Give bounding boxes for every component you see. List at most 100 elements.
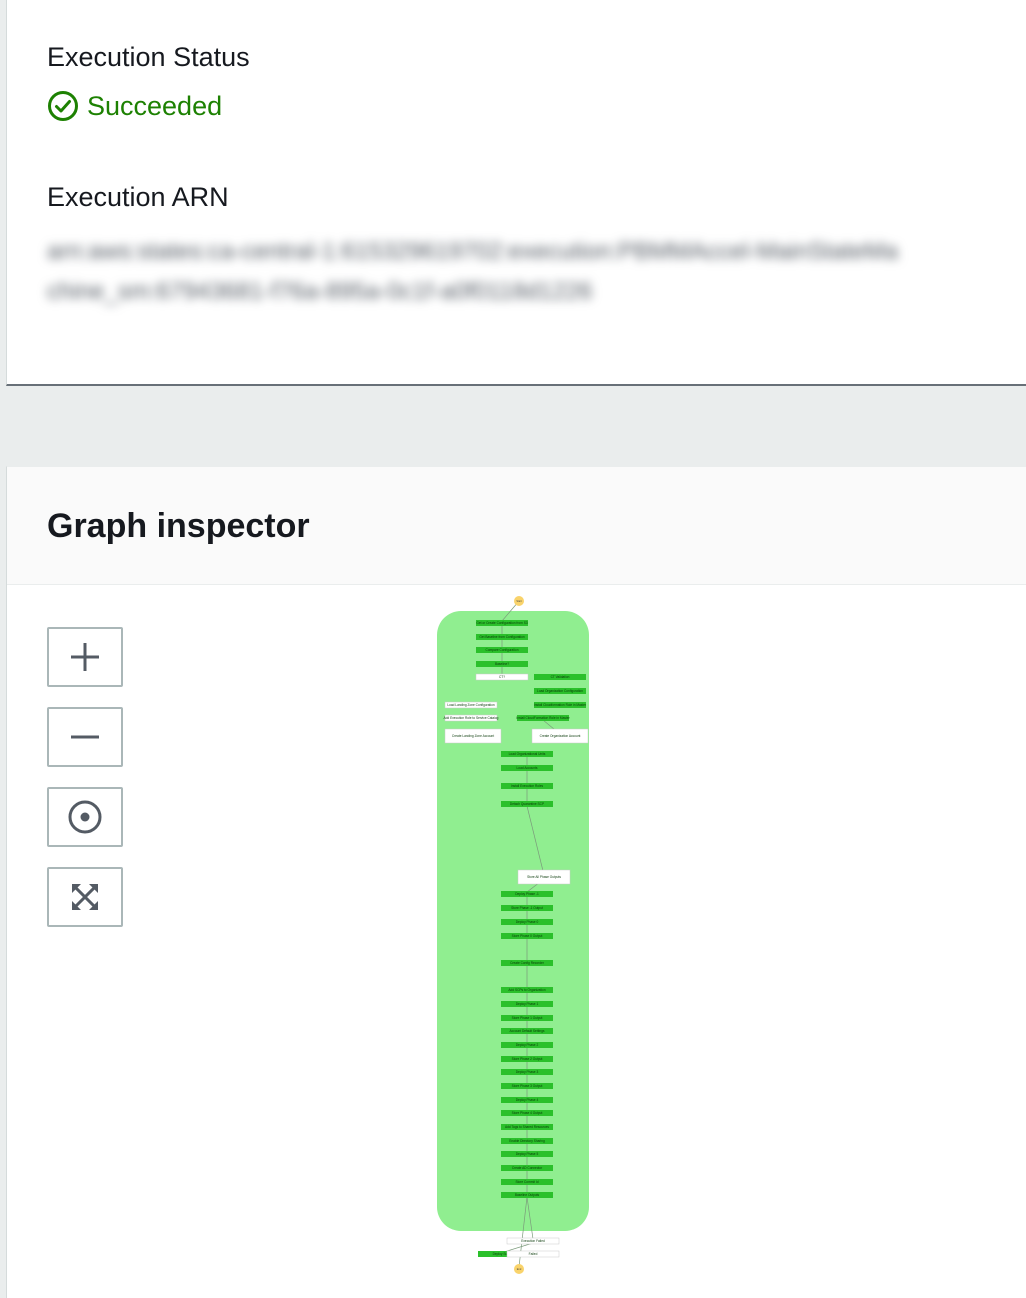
fit-graph-button[interactable] (47, 867, 123, 927)
graph-start-node: Start (514, 596, 524, 606)
graph-state-node[interactable]: Load Organizational Units (501, 751, 553, 757)
graph-state-node[interactable]: Deploy Phase 1 (501, 1001, 553, 1007)
graph-state-node[interactable]: Deploy Phase 4 (501, 1097, 553, 1103)
svg-text:Create Organization Account: Create Organization Account (540, 734, 581, 738)
status-badge: Succeeded (47, 90, 222, 122)
svg-text:Execution Failed: Execution Failed (521, 1239, 545, 1243)
graph-state-node[interactable]: Deploy Phase 5 (501, 1151, 553, 1157)
svg-text:Store Phase 2 Output: Store Phase 2 Output (512, 1057, 543, 1061)
graph-state-node[interactable]: Store All Phase Outputs (517, 869, 571, 885)
graph-state-node[interactable]: Deploy Phase 2 (501, 1042, 553, 1048)
svg-text:Store Phase 0 Output: Store Phase 0 Output (512, 934, 543, 938)
svg-text:CT?: CT? (499, 675, 505, 679)
graph-state-node[interactable]: Deploy Phase 0 (501, 919, 553, 925)
svg-text:Get Baseline from Configuratio: Get Baseline from Configuration (479, 635, 525, 639)
svg-text:Deploy Phase 3: Deploy Phase 3 (516, 1070, 539, 1074)
graph-state-node[interactable]: Create AD Connector (501, 1165, 553, 1171)
graph-state-node[interactable]: Load Organization Configuration (534, 688, 586, 694)
svg-text:Enable Directory Sharing: Enable Directory Sharing (509, 1139, 545, 1143)
graph-state-node[interactable]: CT Validation (534, 674, 586, 680)
svg-text:Detach Quarantine SCP: Detach Quarantine SCP (510, 802, 544, 806)
graph-state-node[interactable]: Create Landing Zone Account (444, 728, 502, 744)
graph-state-node[interactable]: CT? (475, 673, 529, 681)
graph-state-node[interactable]: Account Default Settings (501, 1028, 553, 1034)
graph-state-node[interactable]: Create Organization Account (531, 728, 589, 744)
svg-text:Get or Create Configuration fr: Get or Create Configuration from S3 (476, 621, 527, 625)
state-machine-graph[interactable]: Start End Get or Create Configuration from… (427, 591, 627, 1281)
graph-state-node[interactable]: Load Accounts (501, 765, 553, 771)
graph-state-node[interactable]: Add Tags to Shared Resources (501, 1124, 553, 1130)
graph-state-node[interactable]: Add Execution Role to Service Catalog (444, 714, 499, 722)
svg-text:Create Landing Zone Account: Create Landing Zone Account (452, 734, 494, 738)
graph-state-node[interactable]: Baseline? (476, 661, 528, 667)
graph-state-node[interactable]: Execution Failed (506, 1237, 560, 1245)
svg-text:Deploy Phase 1: Deploy Phase 1 (516, 1002, 539, 1006)
graph-state-node[interactable]: Deploy Phase -1 (501, 891, 553, 897)
graph-inspector-panel: Graph inspector Start End Get or Create Co… (6, 466, 1026, 1298)
svg-text:Add SCPs to Organization: Add SCPs to Organization (508, 988, 545, 992)
svg-text:Account Default Settings: Account Default Settings (510, 1029, 545, 1033)
graph-state-node[interactable]: Enable Directory Sharing (501, 1138, 553, 1144)
graph-state-node[interactable]: Install CloudFormation Role in Master (516, 715, 571, 721)
graph-state-node[interactable]: Store Phase 1 Output (501, 1015, 553, 1021)
svg-text:Deploy Phase 0: Deploy Phase 0 (516, 920, 539, 924)
expand-icon (72, 884, 98, 910)
svg-text:Load Organization Configuratio: Load Organization Configuration (537, 689, 583, 693)
minus-icon (71, 735, 99, 739)
graph-state-node[interactable]: Store Phase 3 Output (501, 1083, 553, 1089)
svg-text:End: End (517, 1268, 522, 1271)
plus-icon (71, 643, 99, 671)
svg-text:Store All Phase Outputs: Store All Phase Outputs (527, 875, 561, 879)
svg-text:Deploy Phase -1: Deploy Phase -1 (515, 892, 539, 896)
graph-end-node: End (514, 1264, 524, 1274)
svg-text:Load Accounts: Load Accounts (517, 766, 538, 770)
graph-state-node[interactable]: Store Phase -1 Output (501, 905, 553, 911)
graph-state-node[interactable]: Get or Create Configuration from S3 (476, 620, 528, 626)
status-value: Succeeded (87, 90, 223, 121)
zoom-out-button[interactable] (47, 707, 123, 767)
execution-arn-value: arn:aws:states:ca-central-1:615329619702… (47, 238, 899, 305)
graph-state-node[interactable]: Add SCPs to Organization (501, 987, 553, 993)
graph-state-node[interactable]: Compare Configuration (476, 647, 528, 653)
graph-edge (503, 1242, 534, 1253)
graph-state-node[interactable]: Create Config Recorder (501, 960, 553, 966)
svg-text:Create AD Connector: Create AD Connector (512, 1166, 543, 1170)
center-graph-button[interactable] (47, 787, 123, 847)
svg-text:Load Organizational Units: Load Organizational Units (509, 752, 546, 756)
graph-state-node[interactable]: Deploy Phase 3 (501, 1069, 553, 1075)
graph-inspector-header: Graph inspector (7, 467, 1026, 585)
graph-state-node[interactable]: Detach Quarantine SCP (501, 801, 553, 807)
graph-state-node[interactable]: Install Execution Roles (501, 783, 553, 789)
svg-text:Install CloudFormation Role in: Install CloudFormation Role in Master (516, 716, 570, 720)
svg-text:Deploy Phase 4: Deploy Phase 4 (516, 1098, 539, 1102)
svg-text:CT Validation: CT Validation (551, 675, 570, 679)
graph-state-node[interactable]: Install Cloudformation Role in Master (534, 702, 587, 708)
check-circle-icon (47, 90, 79, 122)
svg-text:Deploy Phase 2: Deploy Phase 2 (516, 1043, 539, 1047)
graph-state-node[interactable]: Load Landing Zone Configuration (444, 701, 498, 709)
svg-text:Add Tags to Shared Resources: Add Tags to Shared Resources (505, 1125, 549, 1129)
graph-inspector-title: Graph inspector (47, 507, 310, 545)
svg-text:Baseline Outputs: Baseline Outputs (515, 1193, 540, 1197)
execution-details-panel: Execution Status Succeeded Execution ARN… (6, 0, 1026, 386)
svg-text:Create Config Recorder: Create Config Recorder (510, 961, 545, 965)
graph-state-node[interactable]: Store Phase 4 Output (501, 1110, 553, 1116)
target-icon (68, 800, 102, 834)
svg-text:Failed: Failed (529, 1252, 538, 1256)
svg-text:Baseline?: Baseline? (495, 662, 509, 666)
zoom-in-button[interactable] (47, 627, 123, 687)
svg-text:Compare Configuration: Compare Configuration (486, 648, 519, 652)
execution-arn-label: Execution ARN (47, 182, 229, 212)
svg-text:Install Cloudformation Role in: Install Cloudformation Role in Master (534, 703, 587, 707)
svg-text:Store Phase 4 Output: Store Phase 4 Output (512, 1111, 543, 1115)
graph-state-node[interactable]: Failed (506, 1250, 560, 1258)
graph-state-node[interactable]: Baseline Outputs (501, 1192, 553, 1198)
graph-state-node[interactable]: Store Phase 0 Output (501, 933, 553, 939)
execution-status-label: Execution Status (47, 42, 250, 72)
svg-text:Load Landing Zone Configuratio: Load Landing Zone Configuration (447, 703, 495, 707)
svg-text:Store Commit Id: Store Commit Id (515, 1180, 538, 1184)
graph-state-node[interactable]: Store Phase 2 Output (501, 1056, 553, 1062)
graph-state-node[interactable]: Store Commit Id (501, 1179, 553, 1185)
graph-state-node[interactable]: Get Baseline from Configuration (476, 634, 528, 640)
svg-text:Install Execution Roles: Install Execution Roles (511, 784, 544, 788)
